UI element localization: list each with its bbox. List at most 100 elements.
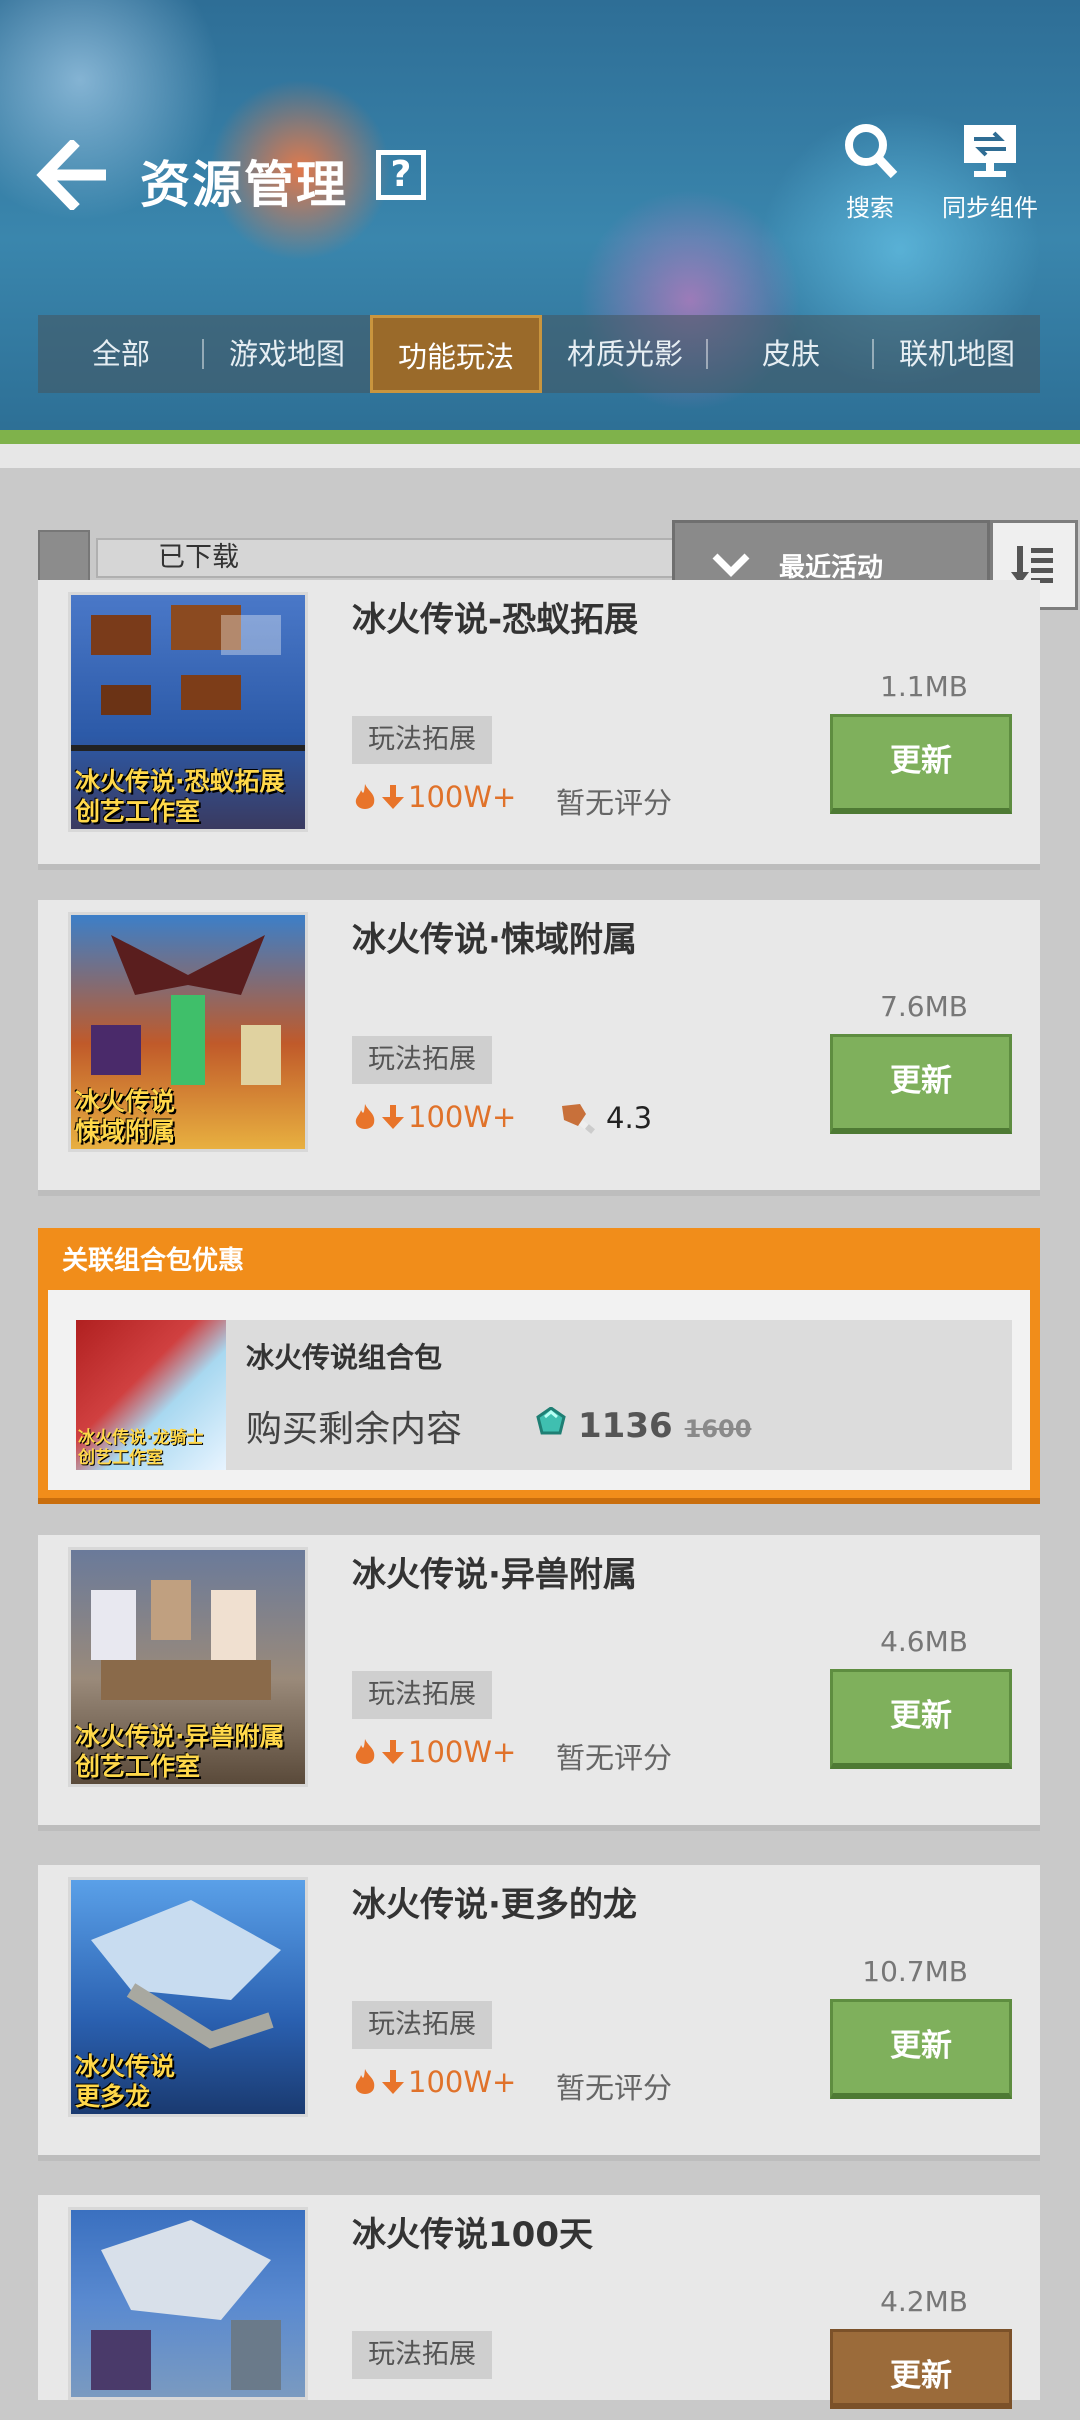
- resource-tag: 玩法拓展: [352, 2331, 492, 2379]
- header-divider: [0, 430, 1080, 444]
- thumbnail-caption: 冰火传说·异兽附属 创艺工作室: [75, 1722, 285, 1781]
- resource-size: 1.1MB: [880, 670, 968, 703]
- resource-size: 7.6MB: [880, 990, 968, 1023]
- resource-title: 冰火传说·更多的龙: [352, 1885, 637, 1925]
- bundle-thumbnail: 冰火传说·龙骑士 创艺工作室: [76, 1320, 226, 1470]
- resource-tag: 玩法拓展: [352, 1036, 492, 1084]
- diamond-icon: [536, 1407, 566, 1435]
- resource-thumbnail: 冰火传说 悚域附属: [68, 912, 308, 1152]
- rating: 暂无评分: [556, 2065, 672, 2107]
- select-all-checkbox[interactable]: [38, 530, 90, 582]
- tab-label: 全部: [91, 337, 150, 371]
- downloaded-panel-header: 已下载 最近活动: [38, 520, 1078, 610]
- back-button[interactable]: [36, 138, 116, 212]
- search-button[interactable]: 搜索: [830, 120, 910, 223]
- update-button[interactable]: 更新: [830, 1999, 1012, 2099]
- price-original: 1600: [684, 1415, 752, 1443]
- download-count: 100W+: [352, 1100, 516, 1134]
- resource-tag: 玩法拓展: [352, 1671, 492, 1719]
- bundle-item[interactable]: 冰火传说·龙骑士 创艺工作室 冰火传说组合包 购买剩余内容 1136 1600: [76, 1320, 1012, 1470]
- resource-size: 10.7MB: [862, 1955, 968, 1988]
- resource-card[interactable]: 冰火传说·恐蚁拓展 创艺工作室 冰火传说-恐蚁拓展 1.1MB 玩法拓展 100W…: [38, 580, 1040, 870]
- sort-label: 最近活动: [779, 552, 884, 583]
- resource-title: 冰火传说100天: [352, 2215, 593, 2255]
- back-arrow-icon: [36, 138, 106, 212]
- header-divider-light: [0, 444, 1080, 468]
- tab-label: 游戏地图: [228, 337, 345, 371]
- resource-tag: 玩法拓展: [352, 2001, 492, 2049]
- resource-thumbnail: 冰火传说·异兽附属 创艺工作室: [68, 1547, 308, 1787]
- resource-size: 4.6MB: [880, 1625, 968, 1658]
- dragon-hundred-days-artwork: [91, 2220, 281, 2390]
- search-icon: [845, 124, 898, 179]
- category-tabs: 全部 游戏地图 功能玩法 材质光影 皮肤 联机地图: [38, 315, 1040, 393]
- fire-icon: [355, 1739, 375, 1764]
- thumbnail-caption: 冰火传说·恐蚁拓展 创艺工作室: [75, 767, 285, 826]
- rating: 4.3: [556, 1100, 652, 1136]
- sync-icon: [964, 125, 1016, 177]
- resource-tag: 玩法拓展: [352, 716, 492, 764]
- resource-thumbnail: 冰火传说·恐蚁拓展 创艺工作室: [68, 592, 308, 832]
- resource-card[interactable]: 冰火传说·异兽附属 创艺工作室 冰火传说·异兽附属 4.6MB 玩法拓展 100W…: [38, 1535, 1040, 1831]
- bundle-buy-label: 购买剩余内容: [246, 1409, 463, 1450]
- header: 资源管理 ? 搜索 同步组件 全部 游戏地图 功能玩法 材质光影 皮肤 联机地图: [0, 0, 1080, 435]
- tab-gameplay[interactable]: 功能玩法: [370, 315, 542, 393]
- tab-textures[interactable]: 材质光影: [542, 315, 708, 393]
- tab-skins[interactable]: 皮肤: [708, 315, 874, 393]
- download-arrow-icon: [382, 1105, 404, 1129]
- download-count-text: 100W+: [408, 2065, 517, 2099]
- tab-label: 功能玩法: [397, 340, 514, 374]
- bundle-offer-body: 冰火传说·龙骑士 创艺工作室 冰火传说组合包 购买剩余内容 1136 1600: [48, 1290, 1030, 1490]
- tab-label: 材质光影: [566, 337, 683, 371]
- chevron-down-icon: [712, 553, 750, 577]
- tab-all[interactable]: 全部: [38, 315, 204, 393]
- rating: 暂无评分: [556, 780, 672, 822]
- fire-icon: [355, 2069, 375, 2094]
- fire-icon: [355, 1104, 375, 1129]
- tab-label: 皮肤: [761, 337, 820, 371]
- rating-text: 暂无评分: [556, 786, 673, 820]
- bundle-price: 1136 1600: [536, 1406, 751, 1446]
- bundle-offer-title: 关联组合包优惠: [62, 1246, 245, 1276]
- price-current: 1136: [578, 1406, 673, 1446]
- sync-button[interactable]: 同步组件: [938, 120, 1042, 223]
- resource-thumbnail: [68, 2207, 308, 2400]
- thumbnail-caption: 冰火传说·龙骑士 创艺工作室: [78, 1428, 204, 1468]
- rating: 暂无评分: [556, 1735, 672, 1777]
- thumbnail-caption: 冰火传说 悚域附属: [75, 1087, 176, 1146]
- resource-card[interactable]: 冰火传说100天 4.2MB 玩法拓展 更新: [38, 2195, 1040, 2409]
- rating-text: 暂无评分: [556, 1741, 673, 1775]
- rating-text: 4.3: [606, 1101, 653, 1135]
- resource-size: 4.2MB: [880, 2285, 968, 2318]
- page-title: 资源管理: [140, 156, 348, 214]
- resource-title: 冰火传说·悚域附属: [352, 920, 637, 960]
- tab-multiplayer-maps[interactable]: 联机地图: [874, 315, 1040, 393]
- help-icon[interactable]: ?: [376, 150, 426, 200]
- resource-card[interactable]: 冰火传说 悚域附属 冰火传说·悚域附属 7.6MB 玩法拓展 100W+ 4.3 …: [38, 900, 1040, 1196]
- download-count: 100W+: [352, 780, 516, 814]
- resource-card[interactable]: 冰火传说 更多龙 冰火传说·更多的龙 10.7MB 玩法拓展 100W+ 暂无评分…: [38, 1865, 1040, 2161]
- bundle-offer: 关联组合包优惠 冰火传说·龙骑士 创艺工作室 冰火传说组合包 购买剩余内容 113…: [38, 1228, 1040, 1504]
- thumbnail-caption: 冰火传说 更多龙: [75, 2052, 176, 2111]
- update-button[interactable]: 更新: [830, 1669, 1012, 1769]
- downloaded-label: 已下载: [96, 538, 716, 578]
- tab-game-maps[interactable]: 游戏地图: [204, 315, 370, 393]
- download-count: 100W+: [352, 1735, 516, 1769]
- resource-thumbnail: 冰火传说 更多龙: [68, 1877, 308, 2117]
- download-count-text: 100W+: [408, 780, 517, 814]
- download-arrow-icon: [382, 1740, 404, 1764]
- update-button[interactable]: 更新: [830, 2329, 1012, 2409]
- bundle-name: 冰火传说组合包: [246, 1341, 443, 1374]
- update-button[interactable]: 更新: [830, 714, 1012, 814]
- update-button[interactable]: 更新: [830, 1034, 1012, 1134]
- resource-title: 冰火传说·异兽附属: [352, 1555, 637, 1595]
- sync-label: 同步组件: [942, 194, 1038, 222]
- tab-label: 联机地图: [898, 337, 1015, 371]
- download-arrow-icon: [382, 785, 404, 809]
- download-count-text: 100W+: [408, 1100, 517, 1134]
- resource-title: 冰火传说-恐蚁拓展: [352, 600, 639, 640]
- fire-icon: [355, 784, 375, 809]
- search-label: 搜索: [846, 194, 894, 222]
- download-arrow-icon: [382, 2070, 404, 2094]
- download-count: 100W+: [352, 2065, 516, 2099]
